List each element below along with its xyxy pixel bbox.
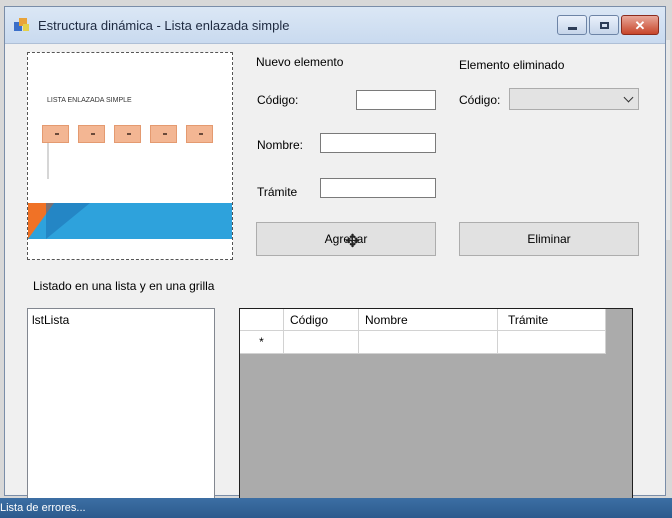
tramite-label: Trámite	[257, 185, 298, 199]
data-grid[interactable]: Código Nombre Trámite *	[239, 308, 633, 508]
picture-box: LISTA ENLAZADA SIMPLE	[27, 52, 233, 260]
slide-title: LISTA ENLAZADA SIMPLE	[47, 97, 132, 104]
close-icon: ✕	[634, 17, 646, 33]
grid-header-row: Código Nombre Trámite	[240, 309, 606, 331]
list-node	[114, 125, 141, 143]
elemento-eliminado-header: Elemento eliminado	[459, 58, 565, 72]
slide-dark-triangle	[46, 203, 90, 239]
nuevo-elemento-header: Nuevo elemento	[256, 55, 344, 69]
chevron-down-icon	[623, 92, 634, 103]
close-button[interactable]: ✕	[621, 15, 659, 35]
connector-line	[47, 143, 49, 179]
list-node	[186, 125, 213, 143]
eliminar-button[interactable]: Eliminar	[459, 222, 639, 256]
grid-cell[interactable]	[284, 331, 359, 354]
list-item: lstLista	[32, 313, 70, 327]
listado-header: Listado en una lista y en una grilla	[33, 279, 215, 293]
grid-cell[interactable]	[359, 331, 498, 354]
list-node	[42, 125, 69, 143]
grid-corner-cell[interactable]	[240, 309, 284, 331]
title-bar[interactable]: Estructura dinámica - Lista enlazada sim…	[5, 7, 665, 44]
main-window: Estructura dinámica - Lista enlazada sim…	[4, 6, 666, 508]
list-node	[78, 125, 105, 143]
codigo-input[interactable]	[356, 90, 436, 110]
tramite-input[interactable]	[320, 178, 436, 198]
codigo-label: Código:	[257, 93, 299, 107]
minimize-button[interactable]	[557, 15, 587, 35]
maximize-button[interactable]	[589, 15, 619, 35]
error-list-bar[interactable]: Lista de errores...	[0, 498, 672, 518]
table-row[interactable]: *	[240, 331, 606, 354]
codigo-combobox[interactable]	[509, 88, 639, 110]
move-cursor-icon: ✥	[345, 231, 361, 251]
grid-cell[interactable]	[498, 331, 606, 354]
new-row-marker[interactable]: *	[240, 331, 284, 354]
window-title: Estructura dinámica - Lista enlazada sim…	[38, 18, 290, 33]
window-edge-strip	[666, 40, 670, 240]
nombre-input[interactable]	[320, 133, 436, 153]
list-node	[150, 125, 177, 143]
eliminado-codigo-label: Código:	[459, 93, 501, 107]
maximize-icon	[599, 21, 609, 29]
lstlista-listbox[interactable]: lstLista	[27, 308, 215, 508]
column-header-tramite[interactable]: Trámite	[498, 309, 606, 331]
column-header-nombre[interactable]: Nombre	[359, 309, 498, 331]
column-header-codigo[interactable]: Código	[284, 309, 359, 331]
app-icon	[14, 18, 30, 32]
form-client-area: LISTA ENLAZADA SIMPLE Nuevo elemento Cód…	[5, 44, 665, 508]
nombre-label: Nombre:	[257, 138, 304, 152]
minimize-icon	[567, 26, 577, 30]
